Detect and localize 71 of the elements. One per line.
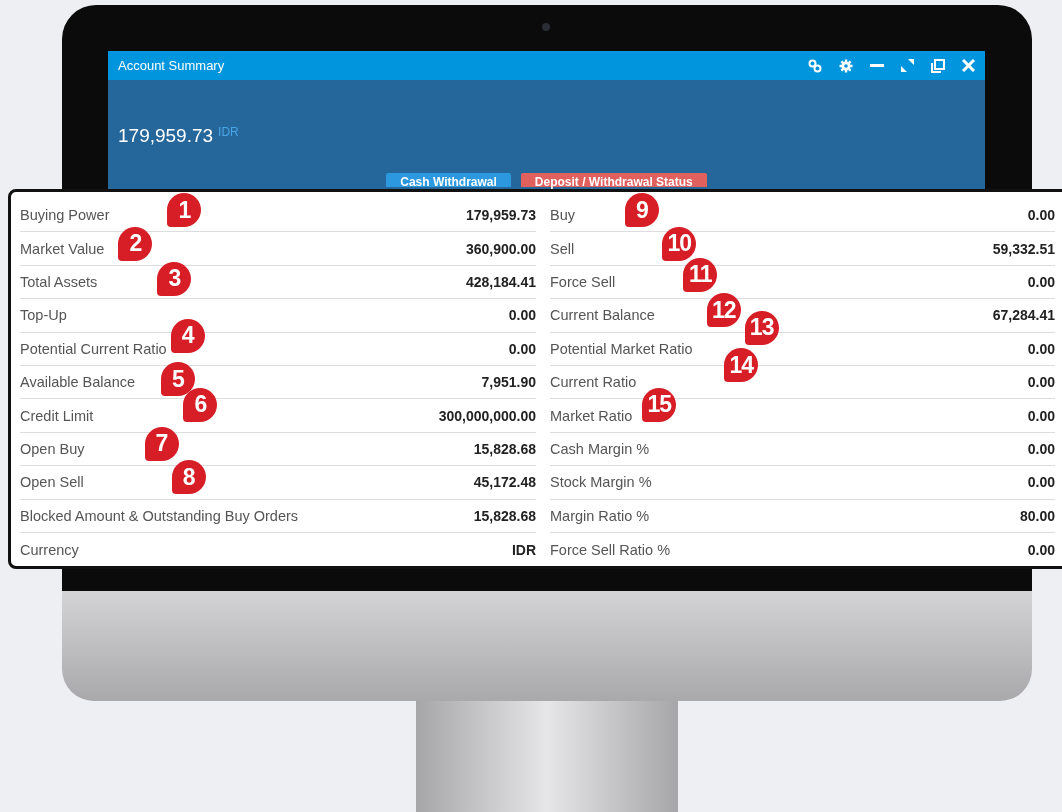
number-callout: 1: [167, 193, 202, 228]
number-callout: 12: [706, 293, 741, 328]
field-label: Open Sell: [20, 474, 84, 491]
field-value: 179,959.73: [465, 207, 536, 224]
window-title: Account Summary: [118, 58, 225, 73]
camera-icon: [542, 23, 550, 31]
field-value: 428,184.41: [465, 273, 536, 290]
field-value: 80.00: [1019, 507, 1055, 524]
field-value: 0.00: [508, 340, 536, 357]
field-label: Total Assets: [20, 273, 98, 290]
field-value: IDR: [511, 541, 536, 558]
field-value: 360,900.00: [465, 240, 536, 257]
field-label: Potential Current Ratio: [20, 340, 167, 357]
field-label: Stock Margin %: [550, 474, 652, 491]
field-label: Sell: [550, 240, 575, 257]
field-label: Potential Market Ratio: [550, 340, 693, 357]
action-button[interactable]: Cash Withdrawal: [386, 173, 511, 187]
field-label: Credit Limit: [20, 407, 94, 424]
field-label: Current Ratio: [550, 374, 637, 391]
field-label: Market Ratio: [550, 407, 633, 424]
field-value: 7,951.90: [481, 374, 536, 391]
field-label: Force Sell: [550, 273, 616, 290]
field-value: 67,284.41: [992, 307, 1055, 324]
minimize-icon[interactable]: [870, 63, 884, 68]
expand-icon[interactable]: [901, 59, 914, 72]
number-callout: 7: [144, 426, 179, 461]
number-callout: 2: [118, 226, 153, 261]
field-value: 0.00: [1027, 374, 1055, 391]
field-value: 0.00: [1027, 273, 1055, 290]
number-callout: 15: [642, 387, 677, 422]
field-value: 59,332.51: [992, 240, 1055, 257]
field-label: Blocked Amount & Outstanding Buy Orders: [20, 507, 299, 524]
field-label: Buying Power: [20, 207, 110, 224]
number-callout: 9: [625, 193, 659, 228]
number-callout: 3: [157, 261, 192, 296]
field-label: Buy: [550, 207, 575, 224]
field-label: Open Buy: [20, 440, 85, 457]
field-value: 300,000,000.00: [438, 407, 536, 424]
field-label: Margin Ratio %: [550, 507, 650, 524]
number-callout: 10: [662, 226, 697, 261]
link-icon[interactable]: [808, 58, 822, 73]
field-label: Force Sell Ratio %: [550, 541, 671, 558]
field-label: Top-Up: [20, 307, 67, 324]
field-value: 15,828.68: [473, 440, 536, 457]
number-callout: 6: [183, 387, 218, 422]
field-value: 15,828.68: [473, 507, 536, 524]
field-value: 0.00: [1027, 440, 1055, 457]
field-label: Available Balance: [20, 374, 135, 391]
settings-icon[interactable]: [839, 58, 853, 73]
field-value: 0.00: [1027, 407, 1055, 424]
number-callout: 4: [170, 318, 205, 353]
field-value: 0.00: [1027, 541, 1055, 558]
number-callout: 13: [744, 310, 779, 345]
field-value: 0.00: [1027, 207, 1055, 224]
number-callout: 14: [724, 348, 759, 383]
currency-label: IDR: [218, 125, 239, 139]
popout-icon[interactable]: [931, 58, 945, 73]
number-callout: 8: [171, 460, 206, 495]
number-callout: 5: [161, 362, 195, 397]
field-value: 0.00: [1027, 340, 1055, 357]
field-label: Currency: [20, 541, 79, 558]
field-value: 0.00: [508, 307, 536, 324]
field-value: 45,172.48: [473, 474, 536, 491]
field-label: Market Value: [20, 240, 105, 257]
field-label: Current Balance: [550, 307, 655, 324]
field-label: Cash Margin %: [550, 440, 650, 457]
action-button[interactable]: Deposit / Withdrawal Status: [520, 173, 707, 187]
field-value: 0.00: [1027, 474, 1055, 491]
balance-amount: 179,959.73: [118, 125, 214, 147]
number-callout: 11: [683, 257, 718, 292]
close-icon[interactable]: [962, 59, 975, 72]
